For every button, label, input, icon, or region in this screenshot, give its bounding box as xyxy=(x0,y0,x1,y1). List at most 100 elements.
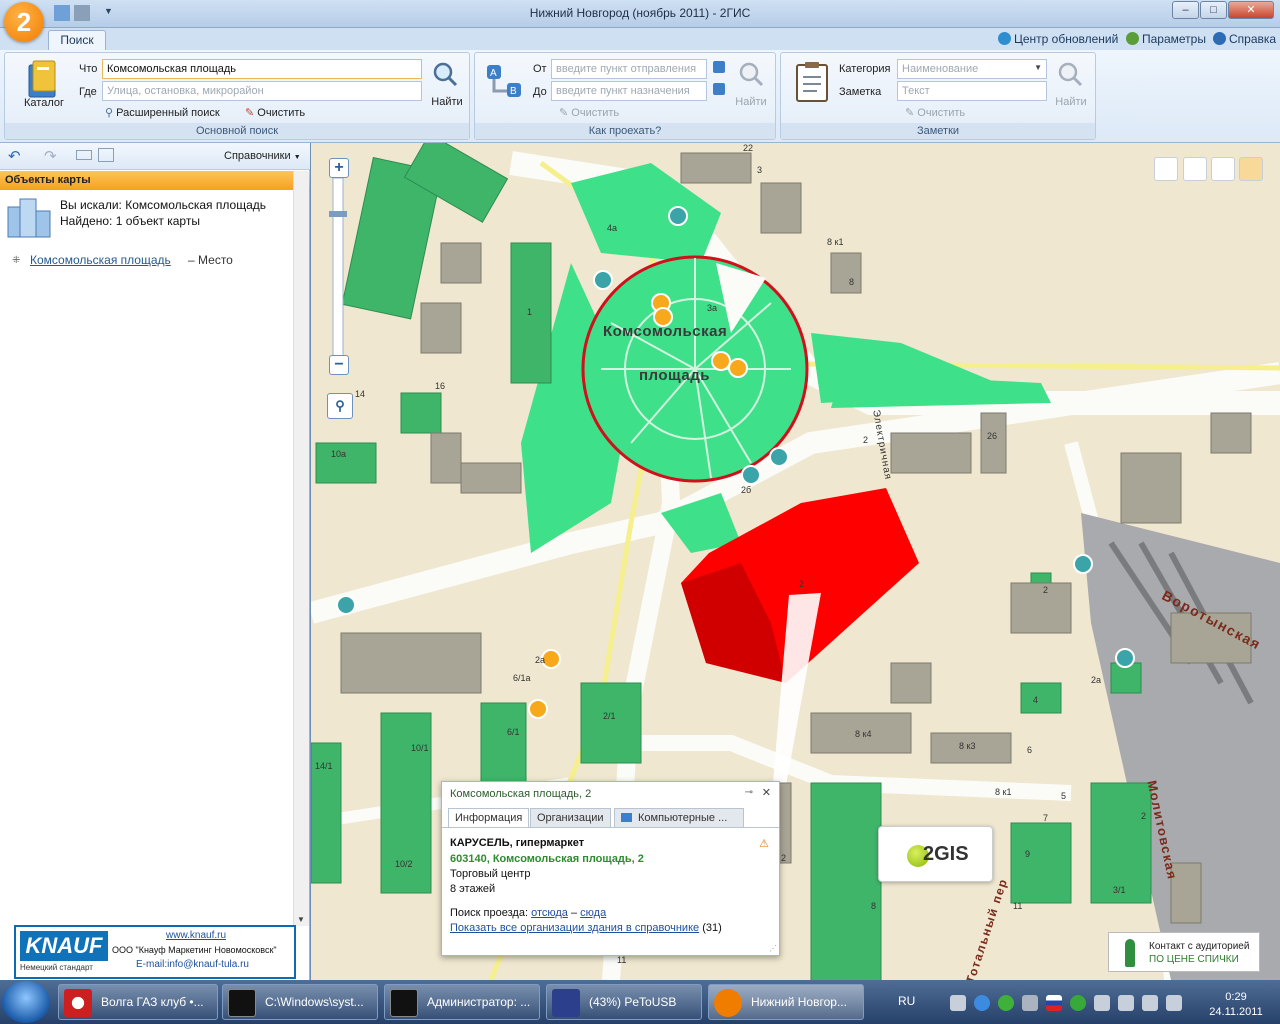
help-link[interactable]: Справка xyxy=(1213,32,1276,46)
minimize-button[interactable]: – xyxy=(1172,1,1199,19)
forward-arrow-icon[interactable]: ↷ xyxy=(44,147,57,165)
task-opera[interactable]: Волга ГАЗ клуб •... xyxy=(58,984,218,1020)
tab-organizations[interactable]: Организации xyxy=(530,808,611,827)
tray-app-icon[interactable] xyxy=(1022,995,1038,1011)
knauf-ad[interactable]: KNAUF Немецкий стандарт www.knauf.ru ООО… xyxy=(14,925,296,979)
maximize-button[interactable]: □ xyxy=(1200,1,1227,19)
building-number: 22 xyxy=(743,143,754,153)
building-number: 2 xyxy=(863,435,869,445)
utorrent-icon[interactable] xyxy=(1070,995,1086,1011)
building-number: 2 xyxy=(1141,811,1147,821)
building-number: 2б xyxy=(741,485,752,495)
warning-icon[interactable]: ⚠ xyxy=(759,837,769,850)
back-arrow-icon[interactable]: ↶ xyxy=(8,147,21,165)
clock[interactable]: 0:29 24.11.2011 xyxy=(1196,990,1276,1020)
task-cmd2[interactable]: Администратор: ... xyxy=(384,984,540,1020)
zoom-area-icon[interactable]: ⚲ xyxy=(327,393,353,419)
update-center-link[interactable]: Центр обновлений xyxy=(998,32,1118,46)
tab-computers[interactable]: Компьютерные ... xyxy=(614,808,744,827)
match-ad[interactable]: Контакт с аудиторией ПО ЦЕНЕ СПИЧКИ xyxy=(1108,932,1260,972)
pick-point-icon[interactable] xyxy=(713,83,725,95)
where-input[interactable]: Улица, остановка, микрорайон xyxy=(102,81,422,101)
language-indicator[interactable]: RU xyxy=(898,994,915,1008)
tab-info[interactable]: Информация xyxy=(448,808,530,827)
task-2gis[interactable]: Нижний Новгор... xyxy=(708,984,864,1020)
task-cmd1[interactable]: C:\Windows\syst... xyxy=(222,984,378,1020)
building-number: 6/1а xyxy=(513,673,531,683)
knauf-url[interactable]: www.knauf.ru xyxy=(166,930,226,941)
search-icon[interactable] xyxy=(1057,61,1083,87)
network-icon[interactable] xyxy=(1094,995,1110,1011)
clock-date: 24.11.2011 xyxy=(1209,1006,1263,1018)
from-input[interactable]: введите пункт отправления xyxy=(551,59,707,79)
route-clear-button[interactable]: ✎ Очистить xyxy=(559,106,619,119)
display-icon[interactable] xyxy=(1118,995,1134,1011)
building-number: 2 xyxy=(1043,585,1049,595)
advanced-search-button[interactable]: ⚲ Расширенный поиск xyxy=(105,106,220,119)
category-select[interactable]: Наименование ▼ xyxy=(897,59,1047,79)
all-orgs-link[interactable]: Показать все организации здания в справо… xyxy=(450,922,699,934)
print-area-icon[interactable] xyxy=(1239,157,1263,181)
zoom-out-button[interactable]: − xyxy=(329,355,349,375)
ad-line2: ПО ЦЕНЕ СПИЧКИ xyxy=(1149,954,1239,965)
notes-group: Категория Наименование ▼ Заметка Текст Н… xyxy=(780,52,1096,140)
tab-search[interactable]: Поиск xyxy=(48,30,106,51)
route-to-link[interactable]: сюда xyxy=(580,907,606,919)
russia-flag-icon[interactable] xyxy=(1046,995,1062,1011)
search-icon[interactable] xyxy=(432,61,458,87)
notes-icon[interactable] xyxy=(793,61,833,105)
battery-icon[interactable] xyxy=(1166,995,1182,1011)
catalog-icon[interactable] xyxy=(27,59,61,99)
org-floors: 8 этажей xyxy=(450,883,496,895)
result-link[interactable]: Комсомольская площадь xyxy=(30,253,171,267)
found-count: Найдено: 1 объект карты xyxy=(60,214,200,228)
close-button[interactable]: ✕ xyxy=(1228,1,1274,19)
icq-icon[interactable] xyxy=(998,995,1014,1011)
to-input[interactable]: введите пункт назначения xyxy=(551,81,707,101)
ruler-icon[interactable] xyxy=(1154,157,1178,181)
notes-clear-button[interactable]: ✎ Очистить xyxy=(905,106,965,119)
note-input[interactable]: Текст xyxy=(897,81,1047,101)
org-kind: Торговый центр xyxy=(450,868,531,880)
route-from-link[interactable]: отсюда xyxy=(531,907,568,919)
scrollbar[interactable]: ▼ xyxy=(293,171,309,926)
gear-icon xyxy=(1126,32,1139,45)
layers-icon[interactable] xyxy=(1183,157,1207,181)
select-icon[interactable] xyxy=(1211,157,1235,181)
clear-button[interactable]: ✎ Очистить xyxy=(245,106,305,119)
search-icon[interactable] xyxy=(738,61,764,87)
left-toolbar: ↶ ↷ Справочники ▼ xyxy=(0,143,310,170)
pick-point-icon[interactable] xyxy=(713,61,725,73)
close-icon[interactable]: ✕ xyxy=(762,786,771,799)
resize-grip-icon[interactable]: ⋰ xyxy=(769,944,777,953)
pin-icon[interactable]: ⊸ xyxy=(745,787,753,798)
notes-find-button[interactable]: Найти xyxy=(1051,96,1091,108)
power-icon[interactable] xyxy=(974,995,990,1011)
start-button[interactable] xyxy=(2,981,50,1023)
ad-line1: Контакт с аудиторией xyxy=(1149,941,1250,952)
scroll-down-icon[interactable]: ▼ xyxy=(297,915,305,924)
from-label: От xyxy=(533,63,547,75)
help-icon xyxy=(1213,32,1226,45)
knauf-email[interactable]: E-mail:info@knauf-tula.ru xyxy=(136,959,249,970)
task-petousb[interactable]: (43%) PeToUSB xyxy=(546,984,702,1020)
keyboard-icon[interactable] xyxy=(950,995,966,1011)
directories-dropdown[interactable]: Справочники ▼ xyxy=(224,150,301,162)
catalog-button[interactable]: Каталог xyxy=(19,97,69,109)
volume-icon[interactable] xyxy=(1142,995,1158,1011)
list-view-icon[interactable] xyxy=(76,150,92,160)
route-icon[interactable]: A B xyxy=(483,61,525,103)
knauf-company: ООО "Кнауф Маркетинг Новомосковск" xyxy=(112,945,277,955)
to-label: До xyxy=(533,86,547,98)
search-icon: ⚲ xyxy=(105,107,114,119)
find-button[interactable]: Найти xyxy=(427,96,467,108)
grid-view-icon[interactable] xyxy=(98,148,114,162)
taskbar: Волга ГАЗ клуб •... C:\Windows\syst... А… xyxy=(0,980,1280,1024)
building-number: 11 xyxy=(1013,901,1023,911)
building-number: 16 xyxy=(435,381,446,391)
what-input[interactable]: Комсомольская площадь xyxy=(102,59,422,79)
app-logo[interactable]: 2 xyxy=(4,2,44,42)
params-link[interactable]: Параметры xyxy=(1126,32,1206,46)
zoom-in-button[interactable]: + xyxy=(329,158,349,178)
route-find-button[interactable]: Найти xyxy=(731,96,771,108)
